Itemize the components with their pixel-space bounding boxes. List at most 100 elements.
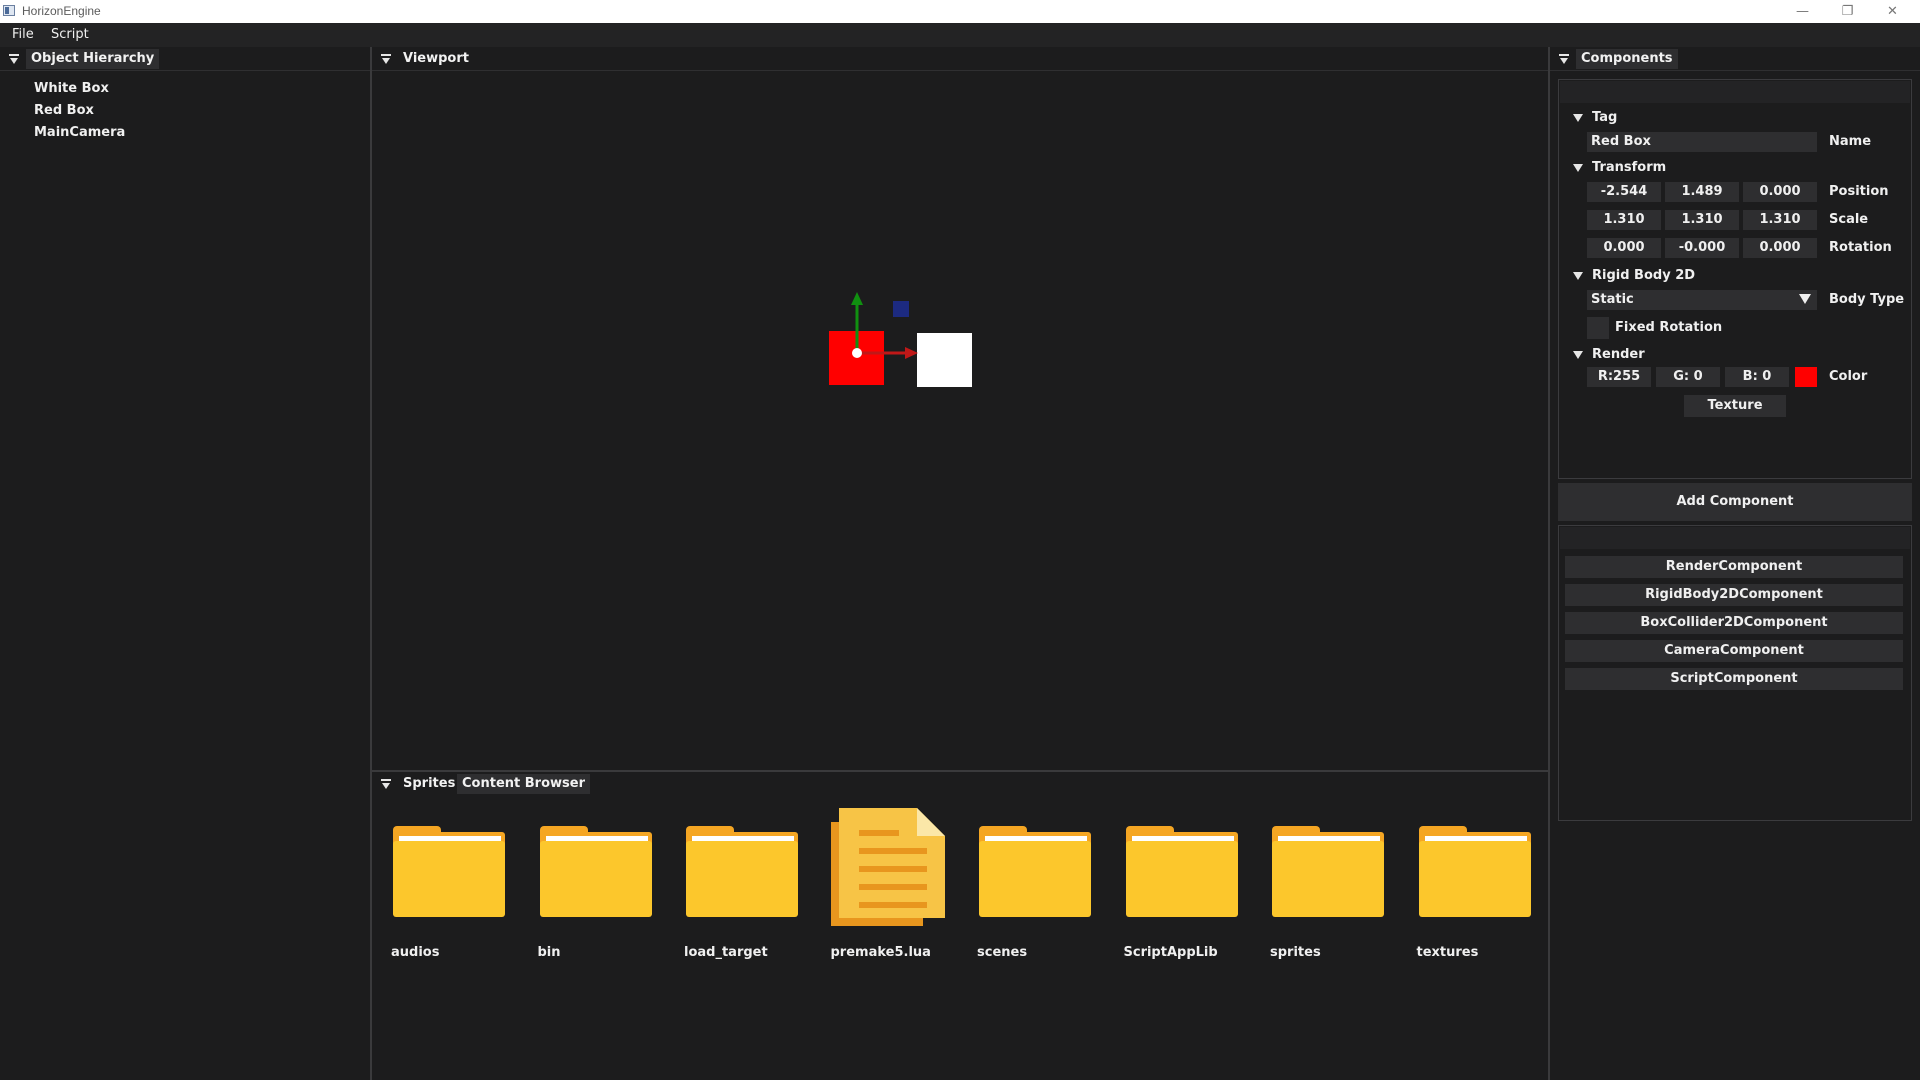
content-item-scriptapplib[interactable]: ScriptAppLib (1123, 808, 1244, 960)
window-title-bar[interactable]: HorizonEngine — ❐ ✕ (0, 0, 1920, 23)
add-component-button[interactable]: Add Component (1558, 483, 1912, 521)
tag-section-header[interactable]: Tag (1592, 110, 1617, 125)
collapse-icon[interactable] (381, 779, 391, 789)
add-rigidbody2d-component-button[interactable]: RigidBody2DComponent (1565, 584, 1903, 606)
content-item-premake5-lua[interactable]: premake5.lua (830, 808, 951, 960)
position-y-input[interactable]: 1.489 (1665, 182, 1739, 202)
fixed-rotation-checkbox[interactable] (1587, 317, 1609, 339)
scale-x-input[interactable]: 1.310 (1587, 210, 1661, 230)
component-list-popup: RenderComponent RigidBody2DComponent BoxCo… (1558, 525, 1912, 821)
menu-bar: File Script (0, 23, 1920, 47)
tab-content-browser[interactable]: Content Browser (457, 774, 590, 794)
viewport-panel[interactable]: Viewport (372, 47, 1548, 770)
add-script-component-button[interactable]: ScriptComponent (1565, 668, 1903, 690)
body-type-label: Body Type (1829, 292, 1905, 307)
tab-sprites[interactable]: Sprites (398, 774, 460, 794)
content-item-label: ScriptAppLib (1123, 945, 1218, 960)
viewport-header: Viewport (372, 47, 1548, 71)
component-inspector: Tag Red Box Name Transform -2.544 1.489 … (1558, 79, 1912, 479)
color-b-input[interactable]: B: 0 (1725, 367, 1789, 387)
position-label: Position (1829, 184, 1889, 199)
scale-y-input[interactable]: 1.310 (1665, 210, 1739, 230)
components-panel: Components Tag Red Box Name Transform -2… (1550, 47, 1920, 1080)
hierarchy-item-main-camera[interactable]: MainCamera (34, 125, 125, 140)
menu-file[interactable]: File (12, 23, 34, 47)
position-x-input[interactable]: -2.544 (1587, 182, 1661, 202)
app-icon (3, 5, 15, 16)
content-item-label: textures (1416, 945, 1479, 960)
hierarchy-panel: Object Hierarchy White Box Red Box MainC… (0, 47, 370, 1080)
folder-icon (538, 808, 652, 928)
expand-transform-icon[interactable] (1573, 164, 1583, 172)
minimize-button[interactable]: — (1780, 0, 1825, 23)
content-browser-panel: Sprites Content Browser audios bin load_ta… (372, 772, 1548, 1080)
content-item-audios[interactable]: audios (391, 808, 511, 960)
rotation-z-input[interactable]: 0.000 (1743, 238, 1817, 258)
menu-script[interactable]: Script (51, 23, 89, 47)
position-z-input[interactable]: 0.000 (1743, 182, 1817, 202)
color-r-input[interactable]: R:255 (1587, 367, 1651, 387)
collapse-icon[interactable] (9, 54, 19, 64)
hierarchy-item-white-box[interactable]: White Box (34, 81, 109, 96)
folder-icon (1124, 808, 1238, 928)
close-button[interactable]: ✕ (1870, 0, 1915, 23)
content-item-label: audios (391, 945, 440, 960)
collapse-icon[interactable] (1559, 54, 1569, 64)
name-input[interactable]: Red Box (1587, 132, 1817, 152)
folder-icon (1417, 808, 1531, 928)
folder-icon (1270, 808, 1384, 928)
content-browser-header: Sprites Content Browser (372, 772, 1548, 796)
color-swatch[interactable] (1795, 367, 1817, 387)
add-boxcollider2d-component-button[interactable]: BoxCollider2DComponent (1565, 612, 1903, 634)
add-camera-component-button[interactable]: CameraComponent (1565, 640, 1903, 662)
hierarchy-item-red-box[interactable]: Red Box (34, 103, 94, 118)
folder-icon (684, 808, 798, 928)
body-type-value: Static (1591, 292, 1634, 307)
components-header: Components (1550, 47, 1920, 71)
gizmo-y-arrow[interactable] (851, 292, 863, 305)
rigidbody-section-header[interactable]: Rigid Body 2D (1592, 268, 1695, 283)
gizmo-axes[interactable] (812, 287, 952, 377)
content-item-label: premake5.lua (830, 945, 931, 960)
folder-icon (391, 808, 505, 928)
color-label: Color (1829, 369, 1868, 384)
content-item-bin[interactable]: bin (538, 808, 658, 960)
rotation-label: Rotation (1829, 240, 1892, 255)
scale-z-input[interactable]: 1.310 (1743, 210, 1817, 230)
content-item-textures[interactable]: textures (1416, 808, 1537, 960)
content-item-label: load_target (684, 945, 768, 960)
expand-render-icon[interactable] (1573, 351, 1583, 359)
render-section-header[interactable]: Render (1592, 347, 1645, 362)
popup-top-strip (1560, 527, 1910, 549)
fixed-rotation-label: Fixed Rotation (1615, 320, 1723, 335)
dropdown-arrow-icon[interactable] (1799, 294, 1811, 304)
content-item-sprites[interactable]: sprites (1270, 808, 1390, 960)
hierarchy-header: Object Hierarchy (0, 47, 370, 71)
add-render-component-button[interactable]: RenderComponent (1565, 556, 1903, 578)
content-item-label: sprites (1270, 945, 1321, 960)
scale-label: Scale (1829, 212, 1869, 227)
tab-object-hierarchy[interactable]: Object Hierarchy (26, 49, 160, 69)
window-title: HorizonEngine (22, 4, 101, 18)
restore-button[interactable]: ❐ (1825, 0, 1870, 23)
rotation-y-input[interactable]: -0.000 (1665, 238, 1739, 258)
content-item-label: scenes (977, 945, 1028, 960)
gizmo-center[interactable] (852, 348, 862, 358)
rotation-x-input[interactable]: 0.000 (1587, 238, 1661, 258)
content-item-scenes[interactable]: scenes (977, 808, 1097, 960)
body-type-select[interactable]: Static (1587, 290, 1817, 310)
name-label: Name (1829, 134, 1872, 149)
gizmo-x-arrow[interactable] (905, 347, 918, 359)
collapse-icon[interactable] (381, 54, 391, 64)
content-item-load-target[interactable]: load_target (684, 808, 804, 960)
tab-viewport[interactable]: Viewport (398, 49, 474, 69)
expand-rigidbody-icon[interactable] (1573, 272, 1583, 280)
texture-button[interactable]: Texture (1684, 395, 1786, 417)
color-g-input[interactable]: G: 0 (1656, 367, 1720, 387)
gizmo-plane-handle[interactable] (893, 301, 909, 317)
inspector-top-strip (1560, 81, 1910, 103)
file-icon (830, 808, 945, 928)
expand-tag-icon[interactable] (1573, 114, 1583, 122)
tab-components[interactable]: Components (1576, 49, 1678, 69)
transform-section-header[interactable]: Transform (1592, 160, 1666, 175)
